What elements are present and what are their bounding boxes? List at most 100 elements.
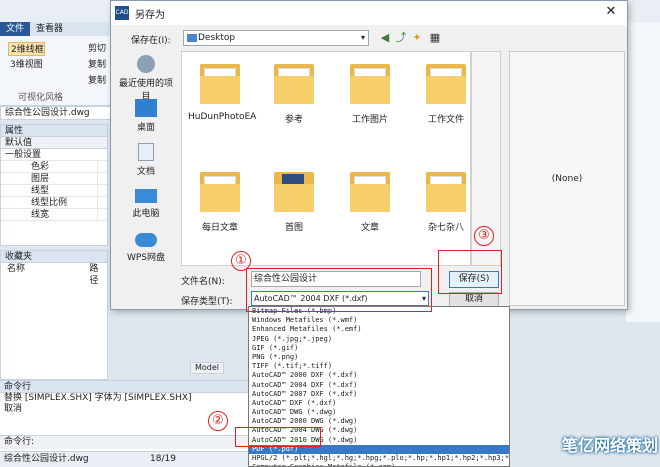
favorites-header: 收藏夹 — [1, 251, 107, 263]
desktop-icon — [135, 99, 157, 117]
prop-row[interactable]: 色彩 — [1, 161, 107, 173]
place-label: WPS网盘 — [126, 253, 166, 263]
annotation-box-save — [438, 250, 502, 294]
ribbon-group-label: 可视化风格 — [18, 93, 64, 103]
filetype-option[interactable]: Windows Metafiles (*.wmf) — [249, 316, 509, 325]
folder-icon — [348, 60, 392, 106]
computer-icon — [135, 189, 157, 203]
folder-name: HuDunPhotoEA — [188, 112, 257, 122]
filetype-option[interactable]: TIFF (*.tif;*.tiff) — [249, 362, 509, 371]
folder-icon — [272, 60, 316, 106]
properties-panel: 属性 默认值 一般设置 色彩 图层 线型 线型比例 线宽 — [0, 124, 108, 246]
favorites-panel: 收藏夹 名称 路径 — [0, 250, 108, 380]
dialog-titlebar: CAD 另存为 ✕ — [111, 1, 627, 25]
filetype-option[interactable]: AutoCAD™ 2000 DWG (*.dwg) — [249, 417, 509, 426]
place-wps-drive[interactable]: WPS网盘 — [115, 233, 177, 263]
status-file: 综合性公园设计.dwg — [4, 454, 89, 464]
properties-header: 属性 — [1, 125, 107, 137]
folder-item[interactable]: HuDunPhotoEA — [188, 60, 256, 122]
folder-name: 参考 — [284, 115, 303, 125]
prop-name: 线宽 — [31, 210, 50, 220]
folder-name: 工作文件 — [427, 115, 464, 125]
prop-group[interactable]: 一般设置 — [1, 149, 107, 161]
folder-item[interactable]: 工作文件 — [414, 60, 478, 125]
filetype-option[interactable]: HPGL/2 (*.plt;*.hgl;*.hg;*.hpg;*.plo;*.h… — [249, 454, 509, 463]
folder-icon — [198, 168, 242, 214]
copy-button-2[interactable]: 复制 — [86, 74, 106, 88]
filetype-option[interactable]: AutoCAD™ 2004 DXF (*.dxf) — [249, 381, 509, 390]
filetype-option[interactable]: JPEG (*.jpg;*.jpeg) — [249, 335, 509, 344]
prop-name: 色彩 — [31, 162, 50, 172]
filetype-option[interactable]: AutoCAD™ 2000 DXF (*.dxf) — [249, 371, 509, 380]
place-desktop[interactable]: 桌面 — [115, 99, 177, 133]
place-this-pc[interactable]: 此电脑 — [115, 189, 177, 219]
filetype-option[interactable]: PNG (*.png) — [249, 353, 509, 362]
prop-name: 线型比例 — [31, 198, 68, 208]
new-folder-icon[interactable]: ✦ — [411, 31, 423, 45]
place-recent[interactable]: 最近使用的项目 — [115, 55, 177, 102]
save-in-value: Desktop — [198, 33, 236, 43]
prop-row[interactable]: 线宽 — [1, 209, 107, 221]
places-bar: 最近使用的项目 桌面 文档 此电脑 WPS网盘 — [115, 51, 177, 266]
filetype-option[interactable]: Computer Graphics Metafile (*.cgm) — [249, 463, 509, 466]
prop-value — [97, 197, 107, 208]
folder-item[interactable]: 文章 — [338, 168, 402, 233]
up-folder-icon[interactable]: ⤴ — [395, 31, 407, 45]
folder-item[interactable]: 工作图片 — [338, 60, 402, 125]
place-documents[interactable]: 文档 — [115, 143, 177, 177]
properties-default: 默认值 — [1, 137, 107, 149]
cloud-icon — [135, 233, 157, 247]
folder-item[interactable]: 每日文章 — [188, 168, 252, 233]
fav-col-name[interactable]: 名称 — [1, 263, 89, 275]
watermark-text: 笔亿网络策划 — [562, 436, 659, 455]
cut-button[interactable]: 剪切 — [86, 42, 106, 56]
prop-row[interactable]: 线型比例 — [1, 197, 107, 209]
view-menu-icon[interactable]: ▦ — [429, 31, 441, 45]
filetype-option[interactable]: AutoCAD™ DXF (*.dxf) — [249, 399, 509, 408]
filetype-option[interactable]: Enhanced Metafiles (*.emf) — [249, 325, 509, 334]
view-3d-button[interactable]: 3维视图 — [8, 58, 43, 72]
model-tab[interactable]: Model — [190, 362, 224, 374]
cancel-button[interactable]: 取消 — [449, 292, 499, 307]
folder-item[interactable]: 首图 — [262, 168, 326, 233]
filetype-label: 保存类型(T): — [181, 297, 233, 307]
folder-item[interactable]: 杂七杂八 — [414, 168, 478, 233]
file-list[interactable]: HuDunPhotoEA 参考 工作图片 工作文件 每日文章 首图 文章 杂七杂… — [181, 51, 471, 266]
filetype-option[interactable]: AutoCAD™ DWG (*.dwg) — [249, 408, 509, 417]
place-label: 文档 — [136, 167, 155, 177]
chevron-down-icon: ▾ — [360, 33, 365, 42]
filetype-option[interactable]: GIF (*.gif) — [249, 344, 509, 353]
wireframe-2d-button[interactable]: 2维线框 — [8, 42, 45, 56]
folder-name: 工作图片 — [351, 115, 388, 125]
folder-icon — [272, 168, 316, 214]
right-panel — [626, 22, 660, 322]
command-header: 命令行 — [0, 381, 248, 393]
filetype-option[interactable]: AutoCAD™ 2007 DXF (*.dxf) — [249, 390, 509, 399]
filename-label: 文件名(N): — [181, 277, 225, 287]
folder-item[interactable]: 参考 — [262, 60, 326, 125]
command-prompt: 命令行: — [4, 437, 35, 447]
folder-name: 每日文章 — [201, 223, 238, 233]
prop-row[interactable]: 图层 — [1, 173, 107, 185]
back-icon[interactable]: ◀ — [379, 31, 391, 45]
copy-button[interactable]: 复制 — [86, 58, 106, 72]
folder-icon — [424, 168, 468, 214]
save-in-dropdown[interactable]: Desktop ▾ — [183, 30, 369, 46]
prop-row[interactable]: 线型 — [1, 185, 107, 197]
annotation-box-filetype — [246, 268, 432, 312]
command-input[interactable]: 命令行: — [0, 435, 248, 449]
annotation-number-2: ② — [208, 411, 228, 431]
save-as-dialog: CAD 另存为 ✕ 保存在(I): Desktop ▾ ◀ ⤴ ✦ ▦ 最近使用… — [110, 0, 628, 310]
folder-icon — [198, 60, 242, 106]
fav-col-path[interactable]: 路径 — [89, 263, 107, 286]
status-bar: 综合性公园设计.dwg 18/19 — [0, 451, 248, 467]
documents-icon — [138, 143, 154, 161]
folder-icon — [424, 60, 468, 106]
close-icon[interactable]: ✕ — [601, 4, 621, 20]
folder-name: 文章 — [360, 223, 379, 233]
place-label: 此电脑 — [132, 209, 160, 219]
tab-file[interactable]: 文件 — [0, 22, 31, 36]
tab-viewer[interactable]: 查看器 — [30, 22, 69, 36]
drawing-tab[interactable]: 综合性公园设计.dwg — [0, 106, 120, 120]
ribbon-tabs: 文件 查看器 — [0, 22, 120, 36]
